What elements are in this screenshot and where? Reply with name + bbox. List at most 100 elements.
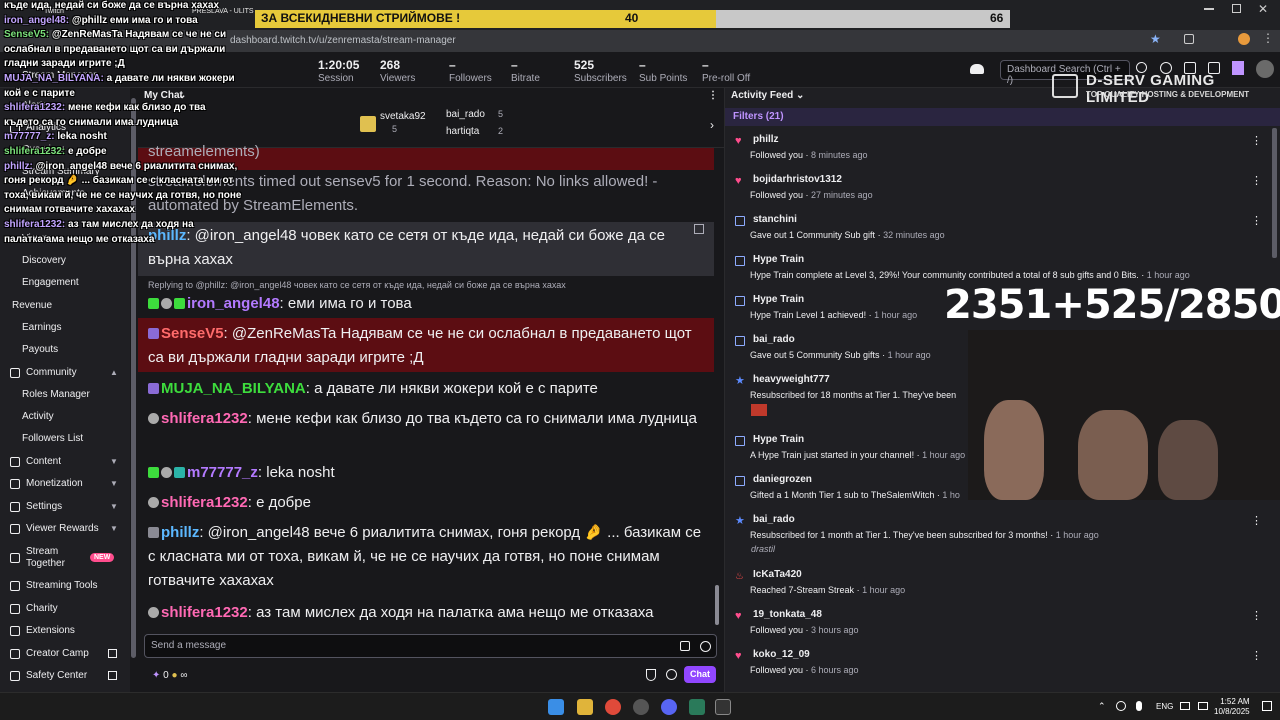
hype-train-icon: [735, 436, 745, 446]
sidebar-item-safety-center[interactable]: Safety Center: [10, 670, 87, 681]
infinity-icon: ∞: [180, 670, 188, 681]
sidebar-item-charity[interactable]: Charity: [10, 603, 58, 614]
overlay-chat-line: палатка ама нещо ме отказаха: [4, 233, 155, 245]
profile-avatar[interactable]: [1238, 33, 1250, 45]
more-options-icon[interactable]: ⋮: [1251, 649, 1262, 662]
chevron-up-icon[interactable]: ⌃: [1098, 701, 1106, 712]
language-indicator[interactable]: ENG: [1156, 702, 1173, 711]
feed-scroll-thumb[interactable]: [1272, 128, 1277, 258]
sidebar-item-stream-together[interactable]: Stream Together: [10, 546, 70, 570]
shield-icon[interactable]: [646, 669, 656, 681]
network-icon[interactable]: [1116, 701, 1126, 711]
overlay-chat-line: ослабнал в предаването щот са ви държали: [4, 43, 226, 55]
sidebar-item-activity[interactable]: Activity: [22, 411, 54, 422]
overlay-chat-username: MUJA_NA_BILYANA:: [4, 73, 107, 84]
system-clock[interactable]: 1:52 AM 10/8/2025: [1214, 697, 1250, 717]
sidebar-section-revenue: Revenue: [12, 300, 53, 311]
cloud-icon[interactable]: [970, 64, 984, 74]
emote-icon[interactable]: [700, 641, 711, 652]
discord-icon[interactable]: [661, 699, 677, 715]
chat-username[interactable]: MUJA_NA_BILYANA: [161, 380, 306, 397]
overlay-chat-username: shlifera1232:: [4, 219, 68, 230]
file-explorer-icon[interactable]: [577, 699, 593, 715]
reply-icon[interactable]: [694, 224, 704, 234]
extensions-icon: [10, 625, 20, 636]
gifter-name[interactable]: bai_rado: [446, 109, 485, 120]
sidebar-item-community[interactable]: Community: [10, 367, 77, 378]
gift-icon: [735, 476, 745, 486]
gear-icon[interactable]: [666, 669, 677, 680]
gift-icon: [735, 216, 745, 226]
sidebar-item-discovery[interactable]: Discovery: [22, 255, 66, 266]
chevron-down-icon: ▼: [110, 524, 118, 533]
sidebar-item-viewer-rewards[interactable]: Viewer Rewards: [10, 523, 99, 534]
microphone-icon[interactable]: [1136, 701, 1142, 711]
sidebar-item-roles-manager[interactable]: Roles Manager: [22, 389, 90, 400]
chat-username[interactable]: shlifera1232: [161, 494, 248, 511]
sidebar-item-monetization[interactable]: Monetization: [10, 478, 83, 489]
minimize-icon[interactable]: [1204, 8, 1214, 10]
chat-header: My Chat ⌄ ⋮: [138, 88, 724, 104]
heart-icon: ♥: [735, 175, 742, 187]
channel-points[interactable]: ✦ 0 ● ∞: [152, 670, 187, 681]
sidebar-item-settings[interactable]: Settings: [10, 501, 62, 512]
rewards-icon: [10, 523, 20, 534]
sidebar-item-payouts[interactable]: Payouts: [22, 344, 58, 355]
stat-bitrate: – Bitrate: [511, 58, 540, 84]
activity-feed-title[interactable]: Activity Feed ⌄: [731, 90, 804, 101]
chat-username[interactable]: m77777_z: [187, 464, 258, 481]
chat-username[interactable]: iron_angel48: [187, 295, 280, 312]
sidebar-item-earnings[interactable]: Earnings: [22, 322, 61, 333]
chat-username[interactable]: shlifera1232: [161, 410, 248, 427]
chat-input[interactable]: Send a message: [144, 634, 717, 658]
chat-message: iron_angel48: еми има го и това: [148, 292, 708, 316]
chevron-up-icon: ▲: [110, 368, 118, 377]
close-icon[interactable]: ✕: [1258, 2, 1268, 16]
windows-start-icon[interactable]: [548, 699, 564, 715]
terminal-icon[interactable]: [715, 699, 731, 715]
resub-message: drastil: [751, 544, 776, 554]
url-text: dashboard.twitch.tv/u/zenremasta/stream-…: [230, 35, 456, 46]
wifi-icon[interactable]: [1180, 702, 1190, 710]
chevron-right-icon[interactable]: ›: [710, 118, 714, 132]
chat-menu-icon[interactable]: ⋮: [708, 90, 718, 101]
more-options-icon[interactable]: ⋮: [1251, 514, 1262, 527]
chat-username[interactable]: SenseV5: [161, 325, 224, 342]
stat-viewers: 268 Viewers: [380, 58, 416, 84]
chat-scroll-thumb[interactable]: [715, 585, 719, 625]
more-options-icon[interactable]: ⋮: [1251, 174, 1262, 187]
chat-username[interactable]: phillz: [161, 524, 199, 541]
sidebar-item-creator-camp[interactable]: Creator Camp: [10, 648, 89, 659]
sidebar-item-followers-list[interactable]: Followers List: [22, 433, 83, 444]
sidebar-item-engagement[interactable]: Engagement: [22, 277, 79, 288]
sidebar-item-content[interactable]: Content: [10, 456, 61, 467]
chevron-down-icon[interactable]: ⌄: [178, 90, 186, 101]
gifter-name[interactable]: svetaka92: [380, 111, 426, 122]
chat-message: shlifera1232: мене кефи как близо до тва…: [148, 407, 708, 431]
effects-icon[interactable]: [680, 641, 690, 651]
volume-icon[interactable]: [1198, 702, 1208, 710]
chrome-icon[interactable]: [605, 699, 621, 715]
obs-icon[interactable]: [633, 699, 649, 715]
overlay-chat-username: phillz:: [4, 160, 36, 172]
feed-filters-button[interactable]: Filters (21): [725, 108, 1280, 126]
chat-message: MUJA_NA_BILYANA: а давате ли някви жокер…: [148, 377, 708, 401]
reply-note: Replying to @phillz: @iron_angel48 човек…: [148, 280, 566, 290]
maximize-icon[interactable]: [1232, 4, 1241, 13]
chat-send-button[interactable]: Chat: [684, 666, 716, 683]
extensions-icon[interactable]: [1184, 34, 1194, 44]
notification-center-icon[interactable]: [1262, 701, 1272, 711]
browser-menu-icon[interactable]: ⋮: [1262, 31, 1274, 45]
app-icon[interactable]: [689, 699, 705, 715]
goal-current: 40: [625, 11, 639, 25]
more-options-icon[interactable]: ⋮: [1251, 214, 1262, 227]
sidebar-item-extensions[interactable]: Extensions: [10, 625, 75, 636]
chat-username[interactable]: shlifera1232: [161, 604, 248, 621]
more-options-icon[interactable]: ⋮: [1251, 134, 1262, 147]
more-options-icon[interactable]: ⋮: [1251, 609, 1262, 622]
chat-scrollbar[interactable]: [714, 148, 720, 638]
overlay-chat-line: снимам готвачите хахахах: [4, 204, 135, 216]
bookmark-star-icon[interactable]: ★: [1150, 32, 1161, 46]
gifter-name[interactable]: hartiqta: [446, 126, 479, 137]
sidebar-item-streaming-tools[interactable]: Streaming Tools: [10, 580, 98, 591]
